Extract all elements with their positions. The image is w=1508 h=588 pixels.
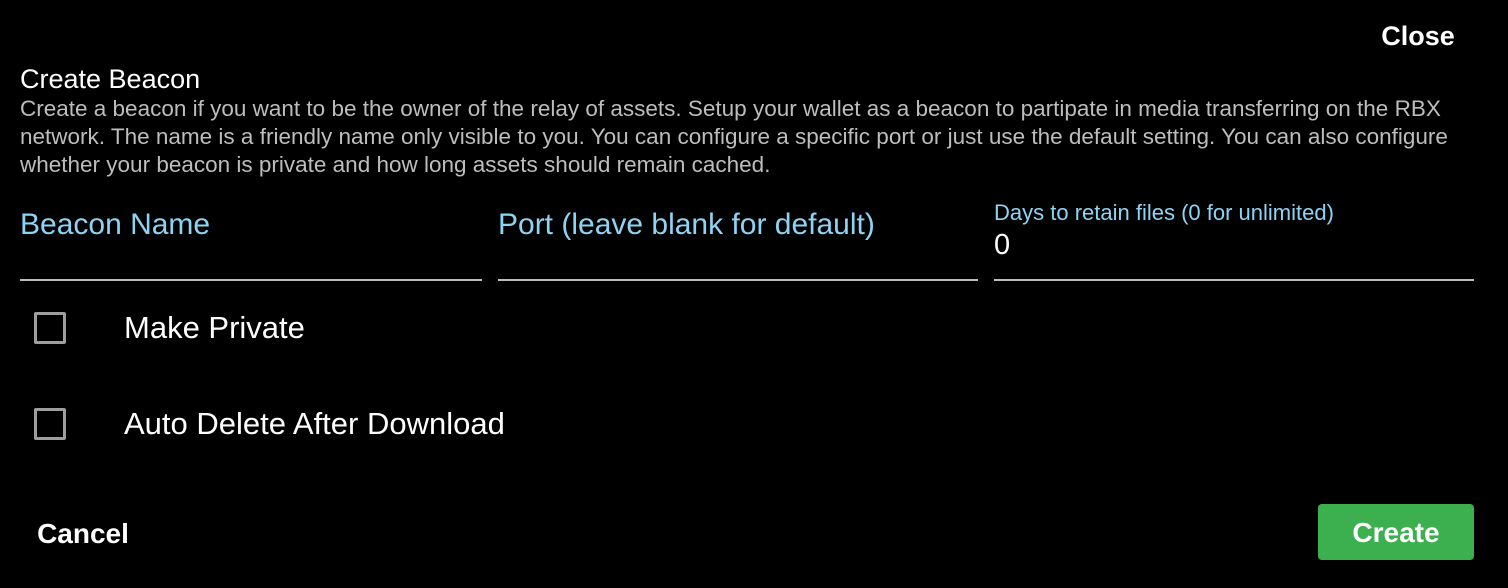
beacon-name-field[interactable]: Beacon Name xyxy=(20,198,482,281)
make-private-label: Make Private xyxy=(124,310,305,345)
make-private-checkbox[interactable] xyxy=(34,312,66,344)
auto-delete-option[interactable]: Auto Delete After Download xyxy=(34,404,505,444)
dialog-title: Create Beacon xyxy=(20,64,201,94)
create-beacon-dialog: Close Create Beacon Create a beacon if y… xyxy=(0,0,1508,588)
beacon-name-input[interactable] xyxy=(20,228,482,262)
days-to-retain-field[interactable]: Days to retain files (0 for unlimited) xyxy=(994,198,1474,281)
auto-delete-checkbox[interactable] xyxy=(34,408,66,440)
days-to-retain-input[interactable] xyxy=(994,228,1474,262)
dialog-description: Create a beacon if you want to be the ow… xyxy=(20,96,1448,177)
close-button[interactable]: Close xyxy=(1368,16,1468,56)
port-input[interactable] xyxy=(498,228,978,262)
make-private-option[interactable]: Make Private xyxy=(34,308,305,348)
create-button[interactable]: Create xyxy=(1318,504,1474,560)
auto-delete-label: Auto Delete After Download xyxy=(124,406,505,441)
port-field[interactable]: Port (leave blank for default) xyxy=(498,198,978,281)
days-to-retain-label: Days to retain files (0 for unlimited) xyxy=(994,200,1334,225)
cancel-button[interactable]: Cancel xyxy=(24,508,142,560)
